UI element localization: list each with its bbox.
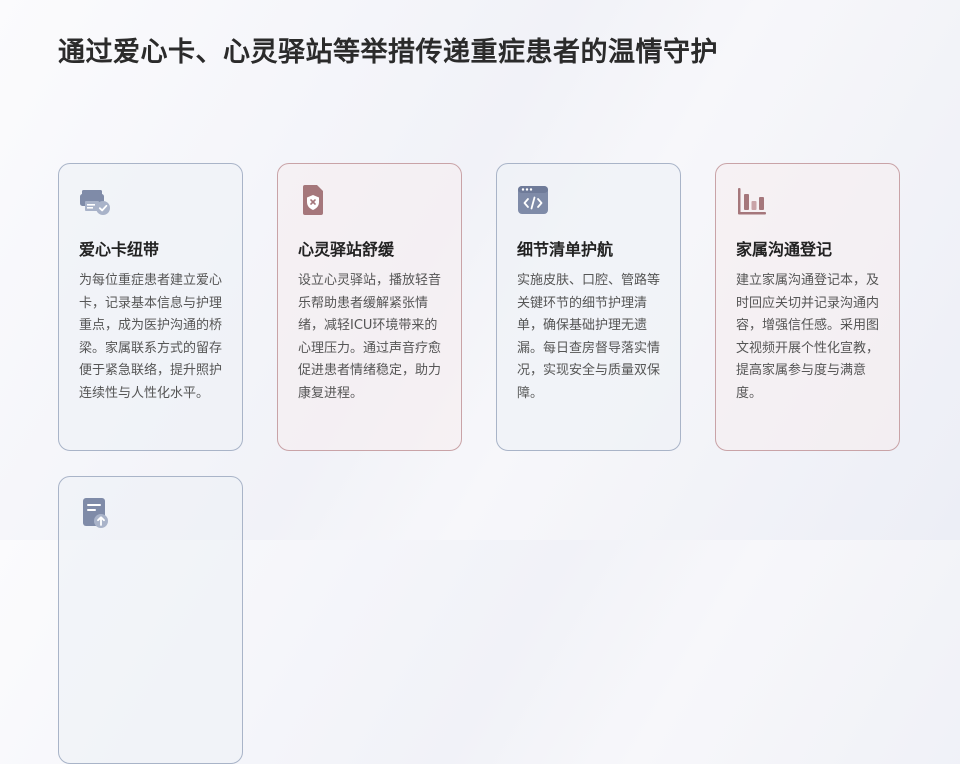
printer-check-icon — [80, 190, 110, 215]
card-title: 细节清单护航 — [517, 240, 614, 259]
code-window-icon — [518, 186, 548, 214]
card-description: 设立心灵驿站，播放轻音乐帮助患者缓解紧张情绪，减轻ICU环境带来的心理压力。通过… — [298, 273, 442, 401]
card-description: 建立家属沟通登记本，及时回应关切并记录沟通内容，增强信任感。采用图文视频开展个性… — [736, 273, 880, 401]
bar-chart-icon — [738, 188, 766, 215]
card-description: 为每位重症患者建立爱心卡，记录基本信息与护理重点，成为医护沟通的桥梁。家属联系方… — [79, 273, 223, 401]
card-love-card: 爱心卡纽带 为每位重症患者建立爱心卡，记录基本信息与护理重点，成为医护沟通的桥梁… — [58, 163, 243, 451]
card-description: 实施皮肤、口腔、管路等关键环节的细节护理清单，确保基础护理无遗漏。每日查房督导落… — [517, 273, 661, 401]
card-title: 心灵驿站舒缓 — [298, 240, 395, 259]
document-upload-icon — [83, 498, 108, 528]
card-family-communication: 家属沟通登记 建立家属沟通登记本，及时回应关切并记录沟通内容，增强信任感。采用图… — [715, 163, 900, 451]
card-soul-station: 心灵驿站舒缓 设立心灵驿站，播放轻音乐帮助患者缓解紧张情绪，减轻ICU环境带来的… — [277, 163, 462, 451]
card-detail-checklist: 细节清单护航 实施皮肤、口腔、管路等关键环节的细节护理清单，确保基础护理无遗漏。… — [496, 163, 681, 451]
card-fifth — [58, 476, 243, 764]
card-title: 家属沟通登记 — [736, 240, 833, 259]
shield-tools-icon — [303, 185, 323, 215]
card-title: 爱心卡纽带 — [79, 240, 160, 259]
page-title: 通过爱心卡、心灵驿站等举措传递重症患者的温情守护 — [58, 37, 718, 68]
